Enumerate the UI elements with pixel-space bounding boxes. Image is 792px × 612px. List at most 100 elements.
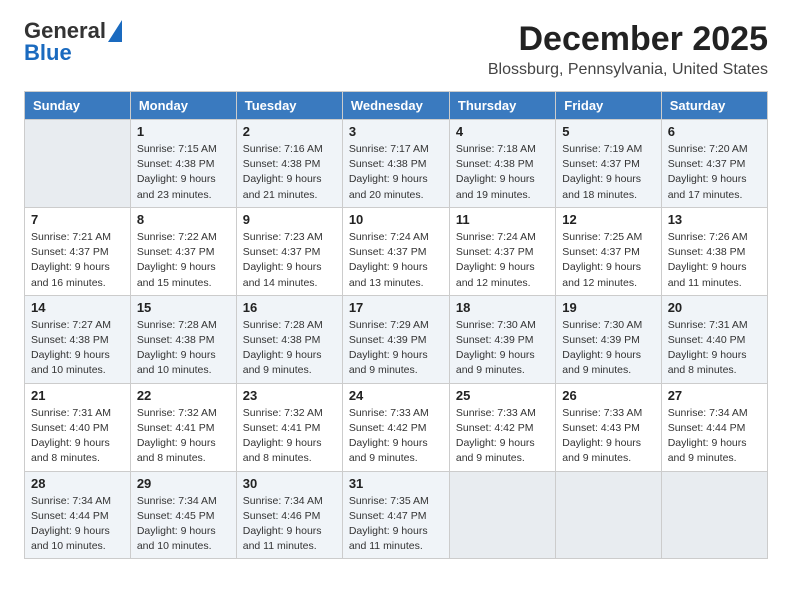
sunset-text: Sunset: 4:38 PM bbox=[137, 333, 230, 348]
sunset-text: Sunset: 4:45 PM bbox=[137, 509, 230, 524]
day-number: 12 bbox=[562, 212, 654, 227]
daylight-text: Daylight: 9 hours and 9 minutes. bbox=[562, 436, 654, 466]
daylight-text: Daylight: 9 hours and 8 minutes. bbox=[137, 436, 230, 466]
sunset-text: Sunset: 4:39 PM bbox=[349, 333, 443, 348]
daylight-text: Daylight: 9 hours and 16 minutes. bbox=[31, 260, 124, 290]
day-number: 9 bbox=[243, 212, 336, 227]
sunrise-text: Sunrise: 7:33 AM bbox=[349, 406, 443, 421]
logo-triangle-icon bbox=[108, 20, 122, 42]
daylight-text: Daylight: 9 hours and 11 minutes. bbox=[243, 524, 336, 554]
calendar-cell: 2 Sunrise: 7:16 AMSunset: 4:38 PMDaylight… bbox=[236, 120, 342, 208]
calendar-cell: 9Sunrise: 7:23 AMSunset: 4:37 PMDaylight… bbox=[236, 207, 342, 295]
day-info: Sunrise: 7:22 AMSunset: 4:37 PMDaylight:… bbox=[137, 230, 230, 291]
daylight-text: Daylight: 9 hours and 11 minutes. bbox=[668, 260, 761, 290]
sunset-text: Sunset: 4:37 PM bbox=[137, 245, 230, 260]
day-info: Sunrise: 7:34 AMSunset: 4:44 PMDaylight:… bbox=[668, 406, 761, 467]
calendar-cell: 3 Sunrise: 7:17 AMSunset: 4:38 PMDaylight… bbox=[342, 120, 449, 208]
day-info: Sunrise: 7:31 AMSunset: 4:40 PMDaylight:… bbox=[31, 406, 124, 467]
sunrise-text: Sunrise: 7:29 AM bbox=[349, 318, 443, 333]
day-info: Sunrise: 7:34 AMSunset: 4:45 PMDaylight:… bbox=[137, 494, 230, 555]
col-header-wednesday: Wednesday bbox=[342, 92, 449, 120]
day-number: 24 bbox=[349, 388, 443, 403]
calendar-cell bbox=[661, 471, 767, 559]
sunset-text: Sunset: 4:37 PM bbox=[562, 245, 654, 260]
day-info: Sunrise: 7:20 AMSunset: 4:37 PMDaylight:… bbox=[668, 142, 761, 203]
sunrise-text: Sunrise: 7:18 AM bbox=[456, 142, 549, 157]
day-info: Sunrise: 7:18 AMSunset: 4:38 PMDaylight:… bbox=[456, 142, 549, 203]
daylight-text: Daylight: 9 hours and 9 minutes. bbox=[349, 348, 443, 378]
day-number: 5 bbox=[562, 124, 654, 139]
daylight-text: Daylight: 9 hours and 10 minutes. bbox=[31, 524, 124, 554]
calendar-week-row: 1Sunrise: 7:15 AMSunset: 4:38 PMDaylight… bbox=[25, 120, 768, 208]
month-title: December 2025 bbox=[488, 20, 768, 59]
day-info: Sunrise: 7:28 AMSunset: 4:38 PMDaylight:… bbox=[243, 318, 336, 379]
sunset-text: Sunset: 4:38 PM bbox=[349, 157, 443, 172]
calendar-cell: 17Sunrise: 7:29 AMSunset: 4:39 PMDayligh… bbox=[342, 295, 449, 383]
calendar-cell: 25Sunrise: 7:33 AMSunset: 4:42 PMDayligh… bbox=[449, 383, 555, 471]
day-info: Sunrise: 7:21 AMSunset: 4:37 PMDaylight:… bbox=[31, 230, 124, 291]
day-number: 30 bbox=[243, 476, 336, 491]
sunrise-text: Sunrise: 7:27 AM bbox=[31, 318, 124, 333]
day-number: 27 bbox=[668, 388, 761, 403]
daylight-text: Daylight: 9 hours and 14 minutes. bbox=[243, 260, 336, 290]
day-number: 31 bbox=[349, 476, 443, 491]
sunset-text: Sunset: 4:44 PM bbox=[31, 509, 124, 524]
sunset-text: Sunset: 4:38 PM bbox=[31, 333, 124, 348]
day-info: Sunrise: 7:16 AMSunset: 4:38 PMDaylight:… bbox=[243, 142, 336, 203]
calendar-cell bbox=[25, 120, 131, 208]
day-number: 10 bbox=[349, 212, 443, 227]
sunrise-text: Sunrise: 7:24 AM bbox=[349, 230, 443, 245]
sunrise-text: Sunrise: 7:34 AM bbox=[31, 494, 124, 509]
sunrise-text: Sunrise: 7:15 AM bbox=[137, 142, 230, 157]
day-number: 3 bbox=[349, 124, 443, 139]
sunrise-text: Sunrise: 7:23 AM bbox=[243, 230, 336, 245]
sunset-text: Sunset: 4:37 PM bbox=[456, 245, 549, 260]
sunrise-text: Sunrise: 7:33 AM bbox=[456, 406, 549, 421]
day-number: 26 bbox=[562, 388, 654, 403]
calendar-cell: 22Sunrise: 7:32 AMSunset: 4:41 PMDayligh… bbox=[130, 383, 236, 471]
calendar-header-row: SundayMondayTuesdayWednesdayThursdayFrid… bbox=[25, 92, 768, 120]
sunrise-text: Sunrise: 7:34 AM bbox=[137, 494, 230, 509]
day-number: 19 bbox=[562, 300, 654, 315]
calendar-cell: 21Sunrise: 7:31 AMSunset: 4:40 PMDayligh… bbox=[25, 383, 131, 471]
sunset-text: Sunset: 4:40 PM bbox=[668, 333, 761, 348]
sunrise-text: Sunrise: 7:34 AM bbox=[668, 406, 761, 421]
sunset-text: Sunset: 4:42 PM bbox=[349, 421, 443, 436]
calendar-cell: 30Sunrise: 7:34 AMSunset: 4:46 PMDayligh… bbox=[236, 471, 342, 559]
day-number: 28 bbox=[31, 476, 124, 491]
daylight-text: Daylight: 9 hours and 20 minutes. bbox=[349, 172, 443, 202]
day-info: Sunrise: 7:17 AMSunset: 4:38 PMDaylight:… bbox=[349, 142, 443, 203]
col-header-thursday: Thursday bbox=[449, 92, 555, 120]
day-info: Sunrise: 7:19 AMSunset: 4:37 PMDaylight:… bbox=[562, 142, 654, 203]
calendar-cell: 12Sunrise: 7:25 AMSunset: 4:37 PMDayligh… bbox=[556, 207, 661, 295]
daylight-text: Daylight: 9 hours and 8 minutes. bbox=[668, 348, 761, 378]
sunrise-text: Sunrise: 7:19 AM bbox=[562, 142, 654, 157]
day-info: Sunrise: 7:27 AMSunset: 4:38 PMDaylight:… bbox=[31, 318, 124, 379]
calendar-cell: 23Sunrise: 7:32 AMSunset: 4:41 PMDayligh… bbox=[236, 383, 342, 471]
sunrise-text: Sunrise: 7:25 AM bbox=[562, 230, 654, 245]
day-number: 29 bbox=[137, 476, 230, 491]
day-info: Sunrise: 7:26 AMSunset: 4:38 PMDaylight:… bbox=[668, 230, 761, 291]
sunset-text: Sunset: 4:43 PM bbox=[562, 421, 654, 436]
sunset-text: Sunset: 4:47 PM bbox=[349, 509, 443, 524]
calendar-cell: 15Sunrise: 7:28 AMSunset: 4:38 PMDayligh… bbox=[130, 295, 236, 383]
calendar-cell: 19Sunrise: 7:30 AMSunset: 4:39 PMDayligh… bbox=[556, 295, 661, 383]
sunrise-text: Sunrise: 7:35 AM bbox=[349, 494, 443, 509]
logo-text-blue: Blue bbox=[24, 42, 72, 64]
calendar-cell: 10 Sunrise: 7:24 AMSunset: 4:37 PMDayligh… bbox=[342, 207, 449, 295]
day-info: Sunrise: 7:35 AMSunset: 4:47 PMDaylight:… bbox=[349, 494, 443, 555]
sunrise-text: Sunrise: 7:31 AM bbox=[31, 406, 124, 421]
day-number: 2 bbox=[243, 124, 336, 139]
day-info: Sunrise: 7:32 AMSunset: 4:41 PMDaylight:… bbox=[243, 406, 336, 467]
day-number: 25 bbox=[456, 388, 549, 403]
calendar-table: SundayMondayTuesdayWednesdayThursdayFrid… bbox=[24, 91, 768, 559]
sunset-text: Sunset: 4:37 PM bbox=[562, 157, 654, 172]
calendar-week-row: 21Sunrise: 7:31 AMSunset: 4:40 PMDayligh… bbox=[25, 383, 768, 471]
daylight-text: Daylight: 9 hours and 9 minutes. bbox=[668, 436, 761, 466]
sunrise-text: Sunrise: 7:17 AM bbox=[349, 142, 443, 157]
daylight-text: Daylight: 9 hours and 11 minutes. bbox=[349, 524, 443, 554]
day-info: Sunrise: 7:24 AMSunset: 4:37 PMDaylight:… bbox=[349, 230, 443, 291]
calendar-cell: 4Sunrise: 7:18 AMSunset: 4:38 PMDaylight… bbox=[449, 120, 555, 208]
sunrise-text: Sunrise: 7:24 AM bbox=[456, 230, 549, 245]
sunrise-text: Sunrise: 7:26 AM bbox=[668, 230, 761, 245]
